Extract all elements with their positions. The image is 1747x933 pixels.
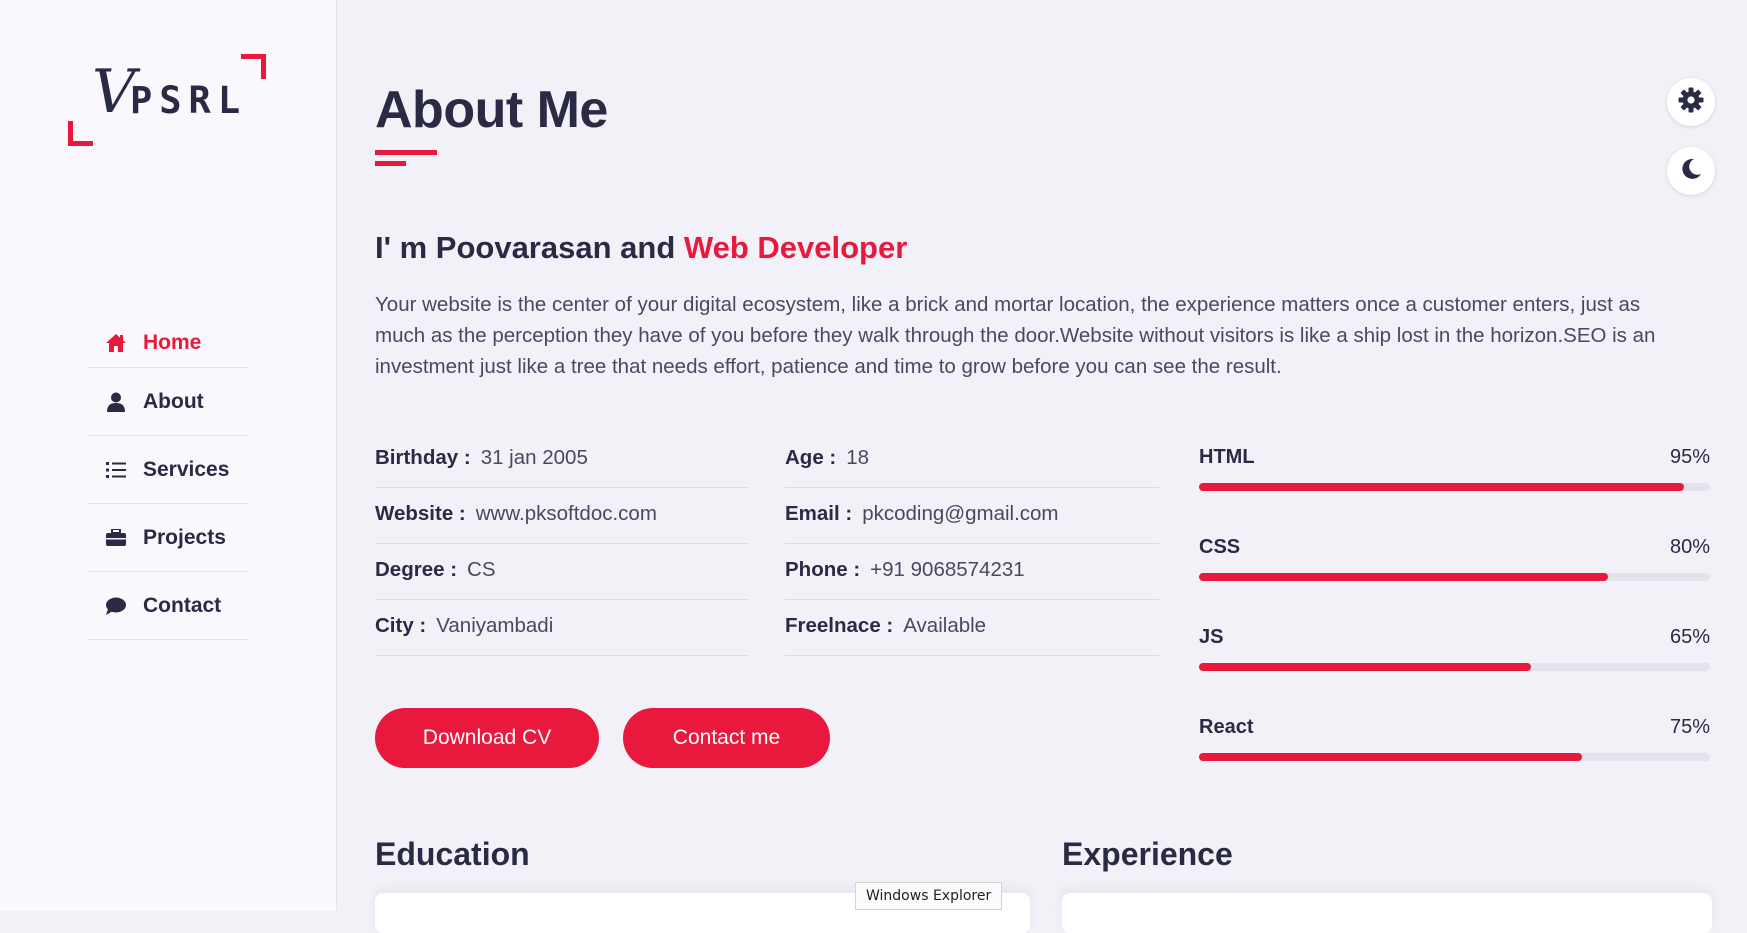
user-icon (105, 391, 127, 413)
info-value: CS (467, 557, 496, 581)
title-underline (375, 150, 437, 155)
info-label: Degree : (375, 557, 458, 581)
info-row-website: Website : www.pksoftdoc.com (375, 488, 749, 544)
skill-percent: 65% (1669, 626, 1710, 648)
nav-item-about[interactable]: About (87, 368, 249, 436)
nav-item-projects[interactable]: Projects (87, 504, 249, 572)
skill-name: React (1199, 716, 1254, 738)
title-underline-short (375, 161, 406, 166)
info-label: City : (375, 613, 427, 637)
nav-item-services[interactable]: Services (87, 436, 249, 504)
home-icon (105, 332, 127, 354)
info-label: Phone : (785, 557, 861, 581)
skill-progress-track (1199, 573, 1710, 581)
info-column-right: Age : 18 Email : pkcoding@gmail.com Phon… (785, 432, 1159, 656)
nav-item-home[interactable]: Home (87, 318, 249, 368)
skills-list: HTML 95% CSS 80% JS 65% React 75% (1199, 446, 1710, 806)
skill-js: JS 65% (1199, 626, 1710, 716)
info-value: +91 9068574231 (870, 557, 1025, 581)
nav-item-label: Home (143, 330, 202, 354)
skill-progress-fill (1199, 663, 1532, 671)
experience-card (1062, 893, 1712, 933)
info-row-age: Age : 18 (785, 432, 1159, 488)
skill-progress-fill (1199, 753, 1583, 761)
skill-css: CSS 80% (1199, 536, 1710, 626)
logo-corner-bottom-left (68, 121, 93, 146)
info-row-degree: Degree : CS (375, 544, 749, 600)
nav-item-label: Services (143, 457, 230, 481)
intro-name: I' m Poovarasan and (375, 230, 684, 265)
page-title: About Me (375, 81, 608, 139)
nav-item-label: About (143, 389, 204, 413)
skill-percent: 75% (1669, 716, 1710, 738)
briefcase-icon (105, 527, 127, 549)
skill-html: HTML 95% (1199, 446, 1710, 536)
info-row-city: City : Vaniyambadi (375, 600, 749, 656)
taskbar-tooltip: Windows Explorer (855, 882, 1003, 910)
info-column-left: Birthday : 31 jan 2005 Website : www.pks… (375, 432, 749, 656)
logo-text: PSRL (130, 79, 248, 122)
logo-corner-top-right (241, 54, 266, 79)
settings-button[interactable] (1667, 78, 1715, 126)
info-label: Birthday : (375, 445, 471, 469)
skill-progress-fill (1199, 573, 1608, 581)
nav-item-label: Projects (143, 525, 226, 549)
skill-percent: 95% (1669, 446, 1710, 468)
info-row-phone: Phone : +91 9068574231 (785, 544, 1159, 600)
info-value: www.pksoftdoc.com (475, 501, 657, 525)
skill-percent: 80% (1669, 536, 1710, 558)
moon-icon (1679, 157, 1703, 186)
contact-me-button[interactable]: Contact me (623, 708, 830, 768)
nav-item-label: Contact (143, 593, 222, 617)
logo-mark: V (92, 57, 136, 127)
info-value: Available (903, 613, 987, 637)
chat-bubble-icon (105, 595, 127, 617)
skill-progress-fill (1199, 483, 1685, 491)
skill-progress-track (1199, 483, 1710, 491)
info-label: Email : (785, 501, 853, 525)
info-row-email: Email : pkcoding@gmail.com (785, 488, 1159, 544)
intro-role: Web Developer (683, 230, 908, 265)
theme-toggle-button[interactable] (1667, 147, 1715, 195)
download-cv-button[interactable]: Download CV (375, 708, 599, 768)
info-value: 31 jan 2005 (480, 445, 588, 469)
education-heading: Education (375, 836, 530, 872)
info-label: Freelnace : (785, 613, 894, 637)
info-row-birthday: Birthday : 31 jan 2005 (375, 432, 749, 488)
main-content: About Me I' m Poovarasan and Web Develop… (337, 0, 1747, 933)
about-description: Your website is the center of your digit… (375, 293, 1656, 378)
gear-icon (1678, 87, 1704, 118)
info-label: Website : (375, 501, 466, 525)
nav-item-contact[interactable]: Contact (87, 572, 249, 640)
experience-heading: Experience (1062, 836, 1233, 872)
info-value: 18 (846, 445, 870, 469)
skill-progress-track (1199, 753, 1710, 761)
list-icon (105, 459, 127, 481)
skill-name: JS (1199, 626, 1224, 648)
skill-name: HTML (1199, 446, 1255, 468)
info-value: Vaniyambadi (436, 613, 554, 637)
info-value: pkcoding@gmail.com (862, 501, 1059, 525)
sidebar: V PSRL Home About Services Projects Cont… (0, 0, 337, 911)
skill-name: CSS (1199, 536, 1241, 558)
sidebar-nav: Home About Services Projects Contact (87, 318, 249, 640)
info-label: Age : (785, 445, 837, 469)
info-row-freelance: Freelnace : Available (785, 600, 1159, 656)
skill-react: React 75% (1199, 716, 1710, 806)
logo[interactable]: V PSRL (68, 54, 268, 148)
skill-progress-track (1199, 663, 1710, 671)
intro-heading: I' m Poovarasan and Web Developer (375, 230, 907, 266)
